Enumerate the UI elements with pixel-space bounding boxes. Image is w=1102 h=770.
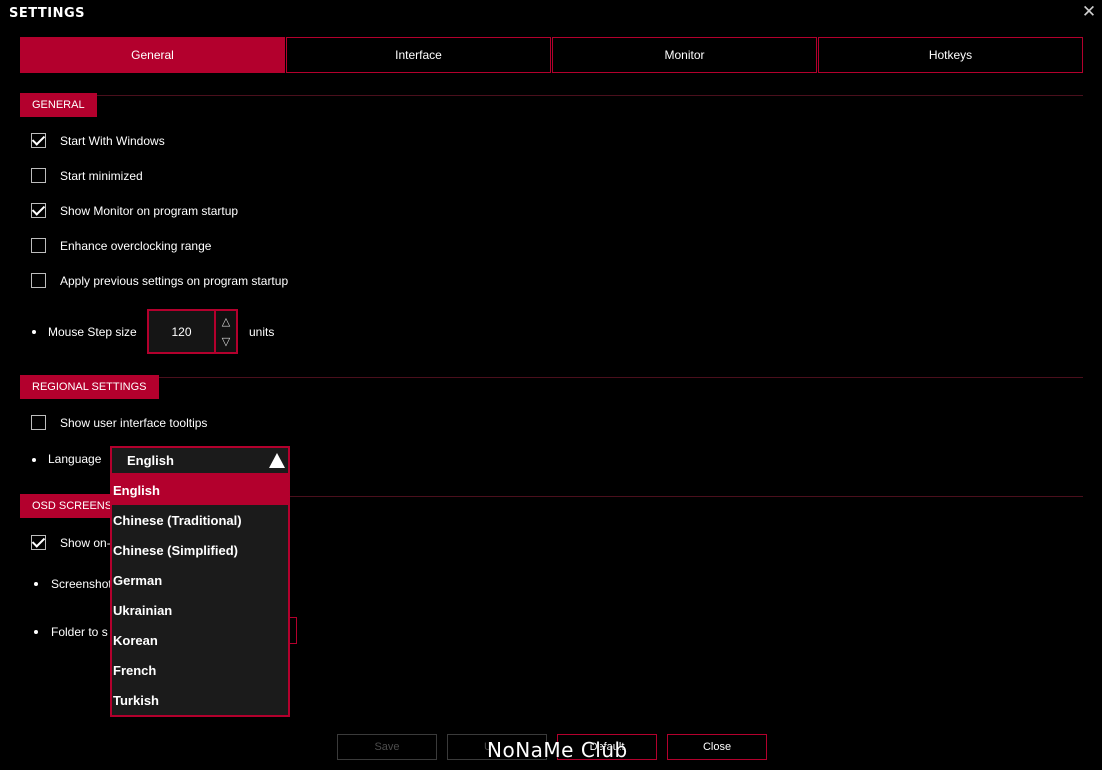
option-enhance-overclocking[interactable]: Enhance overclocking range xyxy=(31,238,211,253)
tab-monitor[interactable]: Monitor xyxy=(552,37,817,73)
section-label-general: GENERAL xyxy=(20,93,97,117)
tab-interface[interactable]: Interface xyxy=(286,37,551,73)
section-label-regional: REGIONAL SETTINGS xyxy=(20,375,159,399)
section-divider xyxy=(20,377,1083,378)
option-start-with-windows[interactable]: Start With Windows xyxy=(31,133,165,148)
option-show-tooltips[interactable]: Show user interface tooltips xyxy=(31,415,207,430)
folder-input[interactable] xyxy=(289,617,297,644)
bullet-icon xyxy=(34,582,38,586)
option-start-minimized[interactable]: Start minimized xyxy=(31,168,143,183)
language-option-chinese-traditional[interactable]: Chinese (Traditional) xyxy=(112,505,288,535)
checkbox-show-tooltips[interactable] xyxy=(31,415,46,430)
save-button[interactable]: Save xyxy=(337,734,437,760)
tab-hotkeys[interactable]: Hotkeys xyxy=(818,37,1083,73)
folder-label: Folder to s xyxy=(51,625,108,639)
bullet-icon xyxy=(32,330,36,334)
checkbox-apply-previous[interactable] xyxy=(31,273,46,288)
checkbox-show-on-screen[interactable] xyxy=(31,535,46,550)
step-down-icon[interactable]: ▽ xyxy=(216,332,236,353)
language-option-french[interactable]: French xyxy=(112,655,288,685)
tab-general[interactable]: General xyxy=(20,37,285,73)
mouse-step-value[interactable]: 120 xyxy=(149,311,216,352)
option-show-monitor[interactable]: Show Monitor on program startup xyxy=(31,203,238,218)
bullet-icon xyxy=(32,458,36,462)
language-option-german[interactable]: German xyxy=(112,565,288,595)
language-dropdown: English Chinese (Traditional) Chinese (S… xyxy=(110,475,290,717)
watermark-text: NoNaMe Club xyxy=(487,738,628,762)
option-label: Show Monitor on program startup xyxy=(60,203,239,218)
language-option-english[interactable]: English xyxy=(112,475,288,505)
language-select[interactable]: English xyxy=(110,446,290,475)
language-option-chinese-simplified[interactable]: Chinese (Simplified) xyxy=(112,535,288,565)
language-option-turkish[interactable]: Turkish xyxy=(112,685,288,715)
mouse-step-label: Mouse Step size xyxy=(48,325,137,339)
close-button[interactable]: Close xyxy=(667,734,767,760)
option-label: Show user interface tooltips xyxy=(60,415,208,430)
option-label: Show on- xyxy=(60,535,111,550)
bullet-icon xyxy=(34,630,38,634)
checkbox-start-minimized[interactable] xyxy=(31,168,46,183)
option-label: Apply previous settings on program start… xyxy=(60,273,289,288)
section-label-osd: OSD SCREENSH xyxy=(20,494,110,518)
caret-up-icon[interactable] xyxy=(269,453,285,468)
window-title: SETTINGS xyxy=(9,6,86,21)
option-label: Enhance overclocking range xyxy=(60,238,212,253)
checkbox-enhance-overclocking[interactable] xyxy=(31,238,46,253)
option-show-on-screen[interactable]: Show on- xyxy=(31,535,111,550)
language-label: Language xyxy=(48,452,102,466)
option-label: Start With Windows xyxy=(60,133,165,148)
step-up-icon[interactable]: △ xyxy=(216,311,236,332)
language-option-korean[interactable]: Korean xyxy=(112,625,288,655)
mouse-step-stepper[interactable]: 120 △ ▽ xyxy=(147,309,238,354)
screenshot-label: Screenshot xyxy=(51,577,112,591)
option-label: Start minimized xyxy=(60,168,143,183)
checkbox-start-with-windows[interactable] xyxy=(31,133,46,148)
section-divider xyxy=(20,95,1083,96)
tab-bar: General Interface Monitor Hotkeys xyxy=(20,37,1083,73)
language-option-ukrainian[interactable]: Ukrainian xyxy=(112,595,288,625)
close-icon[interactable]: ✕ xyxy=(1080,2,1098,22)
checkbox-show-monitor[interactable] xyxy=(31,203,46,218)
mouse-step-unit: units xyxy=(249,325,275,339)
language-selected-value: English xyxy=(127,453,174,468)
option-apply-previous[interactable]: Apply previous settings on program start… xyxy=(31,273,288,288)
